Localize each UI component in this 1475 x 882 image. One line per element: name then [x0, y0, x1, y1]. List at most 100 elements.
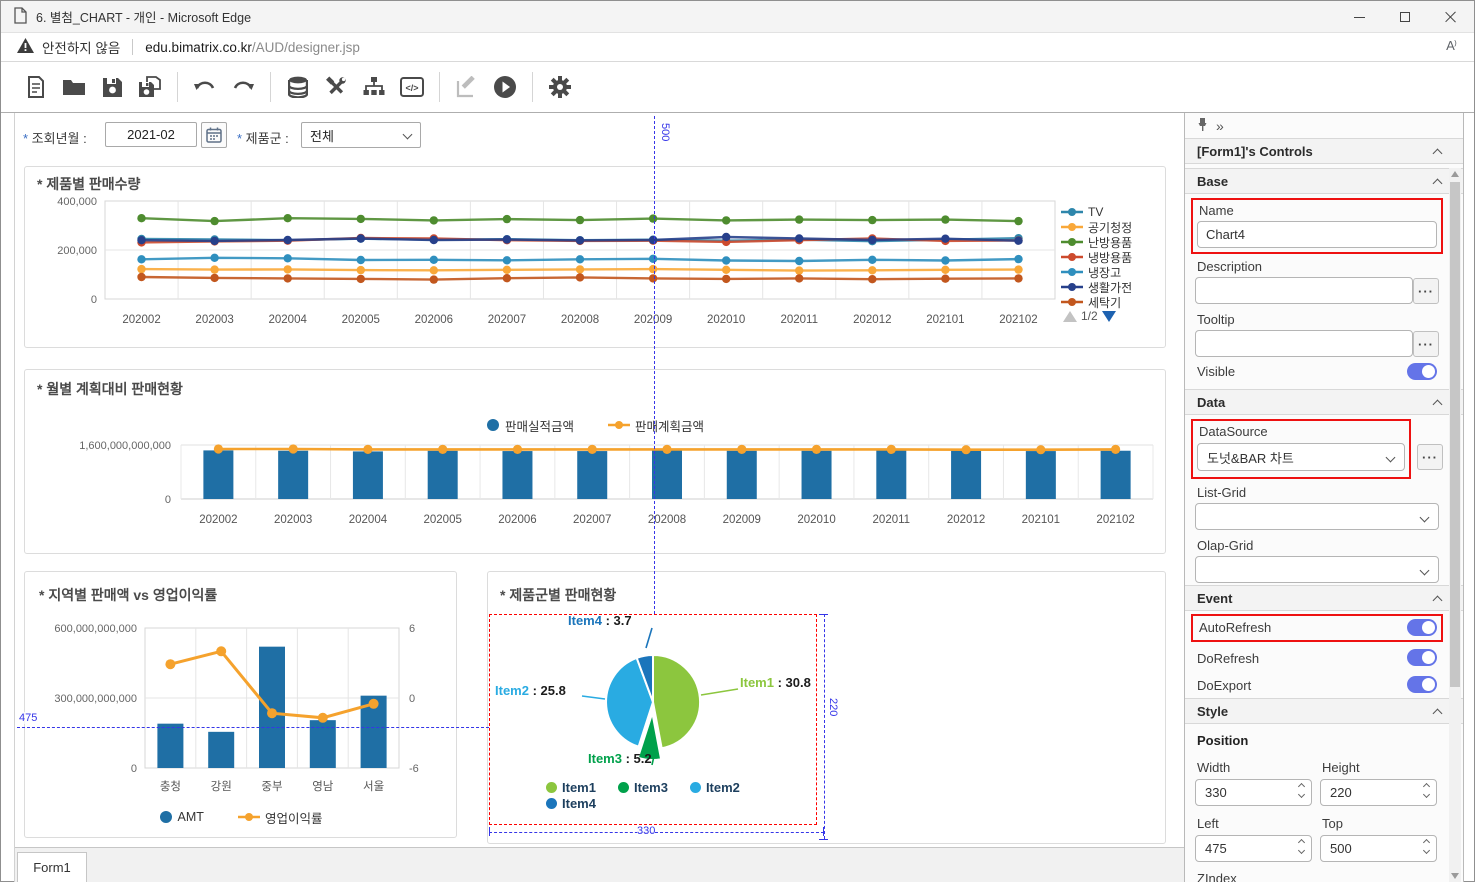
toolbar-separator — [177, 72, 178, 102]
pin-icon[interactable] — [1197, 117, 1208, 134]
dorefresh-toggle[interactable] — [1407, 649, 1437, 666]
chart1-grid — [105, 201, 1055, 299]
svg-text:202007: 202007 — [573, 514, 611, 526]
legend-item[interactable]: AMT — [159, 810, 204, 824]
spinner-icons[interactable] — [1424, 840, 1429, 853]
legend-item[interactable]: 냉방용품 — [1061, 250, 1132, 264]
svg-text:400,000: 400,000 — [57, 196, 97, 208]
scroll-up-icon[interactable] — [1451, 171, 1459, 177]
chart-region-sales[interactable]: * 지역별 판매액 vs 영업이익률 600,000,000,000300,00… — [24, 571, 457, 838]
scrollbar-thumb[interactable] — [1450, 182, 1460, 687]
chart-product-qty[interactable]: * 제품별 판매수량 400,000200,000020200220200320… — [24, 166, 1166, 348]
description-input[interactable] — [1195, 277, 1413, 304]
security-warning-icon[interactable] — [17, 38, 34, 56]
listgrid-select[interactable] — [1195, 503, 1439, 530]
maximize-button[interactable] — [1382, 1, 1428, 33]
name-input[interactable] — [1197, 221, 1437, 248]
legend-item[interactable]: TV — [1061, 205, 1132, 219]
browser-window: 6. 별첨_CHART - 개인 - Microsoft Edge 안전하지 않… — [0, 0, 1475, 882]
collapse-panel-icon[interactable] — [1216, 118, 1224, 134]
dimension-tick — [819, 614, 828, 615]
legend-item[interactable]: 공기청정 — [1061, 220, 1132, 234]
dimension-label-height: 220 — [827, 698, 839, 716]
tab-form1[interactable]: Form1 — [17, 852, 87, 882]
section-base[interactable]: Base — [1185, 168, 1463, 194]
save-as-icon[interactable] — [137, 74, 163, 100]
left-input[interactable]: 475 — [1195, 835, 1312, 862]
new-document-icon[interactable] — [23, 74, 49, 100]
product-filter-select[interactable]: 전체 — [301, 122, 421, 148]
close-icon — [1445, 11, 1457, 23]
doexport-toggle[interactable] — [1407, 676, 1437, 693]
name-label: Name — [1199, 203, 1234, 218]
save-icon[interactable] — [99, 74, 125, 100]
chevron-up-icon — [1433, 149, 1443, 159]
scroll-down-icon[interactable] — [1451, 873, 1459, 879]
spinner-icons[interactable] — [1424, 784, 1429, 797]
open-folder-icon[interactable] — [61, 74, 87, 100]
security-warning-label[interactable]: 안전하지 않음 — [42, 37, 120, 57]
legend-item[interactable]: 판매실적금액 — [486, 418, 574, 432]
doexport-label: DoExport — [1197, 678, 1251, 693]
legend-item[interactable]: 생활가전 — [1061, 280, 1132, 294]
settings-gear-icon[interactable] — [547, 74, 573, 100]
legend-page-up-icon[interactable] — [1063, 311, 1077, 322]
left-label: Left — [1197, 816, 1219, 831]
address-bar[interactable]: 안전하지 않음 edu.bimatrix.co.kr/AUD/designer.… — [1, 33, 1474, 62]
datasource-more-button[interactable] — [1417, 444, 1443, 470]
legend-label: 판매실적금액 — [505, 416, 574, 435]
section-event[interactable]: Event — [1185, 585, 1463, 611]
tools-icon[interactable] — [323, 74, 349, 100]
spinner-icons[interactable] — [1299, 784, 1304, 797]
chart3-legend[interactable]: AMT 영업이익률 — [25, 810, 456, 824]
chart2-legend[interactable]: 판매실적금액 판매계획금액 — [25, 418, 1165, 432]
tooltip-more-button[interactable] — [1413, 331, 1439, 357]
legend-item[interactable]: 영업이익률 — [238, 810, 323, 824]
svg-text:200,000: 200,000 — [57, 245, 97, 257]
datasource-select[interactable]: 도넛&BAR 차트 — [1197, 443, 1405, 471]
chart1-svg: 400,000200,00002020022020032020042020052… — [39, 193, 1069, 343]
legend-item[interactable]: 세탁기 — [1061, 295, 1132, 309]
series-판매계획금액 — [214, 444, 1120, 454]
chart-monthly-plan[interactable]: * 월별 계획대비 판매현황 판매실적금액판매계획금액 1,600,000,00… — [24, 369, 1166, 554]
tooltip-input[interactable] — [1195, 330, 1413, 357]
read-aloud-icon[interactable] — [1446, 38, 1456, 54]
top-input[interactable]: 500 — [1320, 835, 1437, 862]
description-more-button[interactable] — [1413, 278, 1439, 304]
section-style[interactable]: Style — [1185, 698, 1463, 724]
legend-line-marker — [1061, 267, 1083, 277]
date-filter-input[interactable] — [105, 122, 197, 147]
legend-item[interactable]: 난방용품 — [1061, 235, 1132, 249]
width-input[interactable]: 330 — [1195, 779, 1312, 806]
guide-line-vertical — [654, 116, 655, 614]
chevron-down-icon — [1386, 453, 1396, 463]
redo-icon[interactable] — [230, 74, 256, 100]
url-text[interactable]: edu.bimatrix.co.kr/AUD/designer.jsp — [145, 40, 360, 55]
autorefresh-toggle[interactable] — [1407, 619, 1437, 636]
height-input[interactable]: 220 — [1320, 779, 1437, 806]
chart1-legend[interactable]: TV공기청정난방용품냉방용품냉장고생활가전세탁기 — [1061, 205, 1132, 309]
selection-rectangle[interactable] — [489, 614, 817, 825]
database-icon[interactable] — [285, 74, 311, 100]
panel-header[interactable]: [Form1]'s Controls — [1185, 138, 1463, 164]
dimension-label-width: 330 — [637, 825, 655, 837]
legend-item[interactable]: 냉장고 — [1061, 265, 1132, 279]
legend-item[interactable]: 판매계획금액 — [608, 418, 704, 432]
legend-page-down-icon[interactable] — [1102, 311, 1116, 322]
dimension-guide-width — [489, 832, 824, 833]
olapgrid-select[interactable] — [1195, 556, 1439, 583]
section-data[interactable]: Data — [1185, 389, 1463, 415]
undo-icon[interactable] — [192, 74, 218, 100]
code-view-icon[interactable]: </> — [399, 74, 425, 100]
toolbar-separator — [439, 72, 440, 102]
guide-line-horizontal — [17, 727, 489, 728]
panel-scrollbar[interactable] — [1449, 168, 1461, 882]
minimize-button[interactable] — [1336, 1, 1382, 33]
run-icon[interactable] — [492, 74, 518, 100]
form-designer-canvas[interactable]: * 조회년월 : * 제품군 : 전체 * 제품별 판매수량 400,00020… — [14, 113, 1184, 882]
visible-toggle[interactable] — [1407, 363, 1437, 380]
spinner-icons[interactable] — [1299, 840, 1304, 853]
close-button[interactable] — [1428, 1, 1474, 33]
hierarchy-icon[interactable] — [361, 74, 387, 100]
calendar-button[interactable] — [201, 122, 227, 148]
